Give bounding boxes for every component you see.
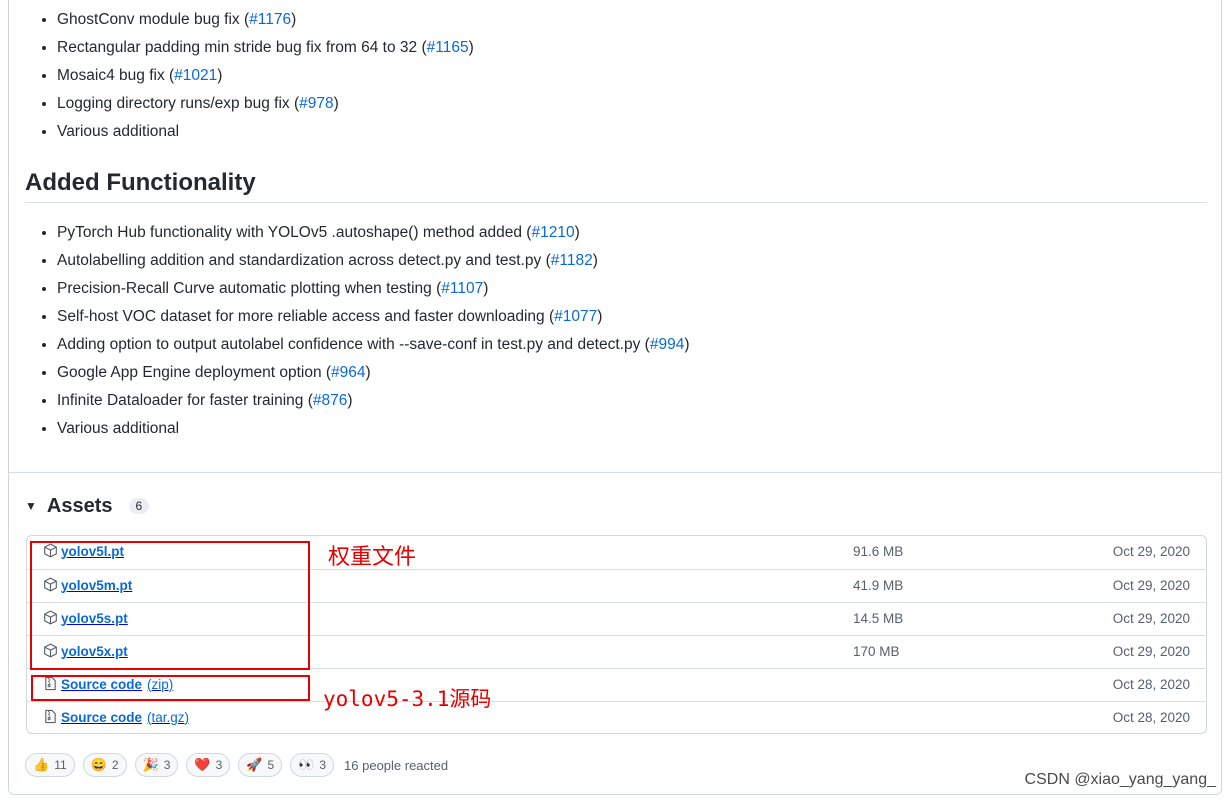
asset-format: (tar.gz) xyxy=(147,709,190,725)
added-functionality-list: PyTorch Hub functionality with YOLOv5 .a… xyxy=(40,218,689,442)
list-item-text: Adding option to output autolabel confid… xyxy=(57,336,645,353)
pr-link[interactable]: #1165 xyxy=(427,39,469,56)
asset-size: 170 MB xyxy=(853,644,900,659)
reaction-count: 2 xyxy=(111,758,119,772)
caret-down-icon: ▼ xyxy=(25,499,37,513)
asset-size: 41.9 MB xyxy=(853,578,904,593)
list-item: Logging directory runs/exp bug fix (#978… xyxy=(57,89,474,117)
asset-date: Oct 29, 2020 xyxy=(1112,544,1190,559)
section-heading-added-functionality: Added Functionality xyxy=(25,166,1207,203)
list-item-text: Various additional xyxy=(57,420,180,437)
pr-link[interactable]: #1107 xyxy=(441,280,483,297)
asset-size: 14.5 MB xyxy=(853,611,904,626)
reaction-count: 11 xyxy=(54,758,67,772)
pr-link[interactable]: #978 xyxy=(299,95,333,112)
list-item: Google App Engine deployment option (#96… xyxy=(57,358,689,386)
thumbs-up-icon: 👍 xyxy=(33,757,50,772)
list-item-text: Rectangular padding min stride bug fix f… xyxy=(57,39,422,56)
assets-title: Assets xyxy=(46,494,113,517)
list-item-text: Autolabelling addition and standardizati… xyxy=(57,252,546,269)
heart-icon: ❤️ xyxy=(194,757,211,772)
list-item-text: Google App Engine deployment option xyxy=(57,364,326,381)
asset-download-link[interactable]: Source code (tar.gz) xyxy=(43,709,189,725)
reaction-button[interactable]: 🚀 5 xyxy=(238,753,283,777)
list-item-text: Logging directory runs/exp bug fix xyxy=(57,95,294,112)
list-item-text: Various additional xyxy=(57,123,180,140)
asset-name: Source code xyxy=(61,709,143,725)
list-item: Infinite Dataloader for faster training … xyxy=(57,386,689,414)
assets-count-badge: 6 xyxy=(128,498,150,514)
list-item-text: PyTorch Hub functionality with YOLOv5 .a… xyxy=(57,224,527,241)
pr-link[interactable]: #1021 xyxy=(174,67,217,84)
pr-link[interactable]: #1176 xyxy=(249,11,291,28)
asset-row: Source code (tar.gz) Oct 28, 2020 xyxy=(27,701,1206,733)
annotation-label-source: yolov5-3.1源码 xyxy=(323,687,492,711)
reaction-button[interactable]: 😄 2 xyxy=(82,753,127,777)
reaction-count: 3 xyxy=(319,758,327,772)
list-item: Rectangular padding min stride bug fix f… xyxy=(57,33,474,61)
annotation-box-source xyxy=(31,675,310,701)
reaction-button[interactable]: 👀 3 xyxy=(290,753,335,777)
pr-link[interactable]: #1077 xyxy=(554,308,597,325)
pr-link[interactable]: #876 xyxy=(313,392,347,409)
list-item-text: Mosaic4 bug fix xyxy=(57,67,169,84)
asset-size: 91.6 MB xyxy=(853,544,904,559)
reaction-count: 3 xyxy=(215,758,223,772)
annotation-box-weights xyxy=(30,541,310,670)
reaction-button[interactable]: 🎉 3 xyxy=(134,753,179,777)
reaction-count: 3 xyxy=(163,758,171,772)
list-item-text: Self-host VOC dataset for more reliable … xyxy=(57,308,549,325)
list-item-text: Precision-Recall Curve automatic plottin… xyxy=(57,280,437,297)
watermark: CSDN @xiao_yang_yang_ xyxy=(1024,771,1216,788)
list-item: Self-host VOC dataset for more reliable … xyxy=(57,302,689,330)
list-item: GhostConv module bug fix (#1176) xyxy=(57,5,474,33)
asset-date: Oct 28, 2020 xyxy=(1112,677,1190,692)
annotation-label-weights: 权重文件 xyxy=(328,544,417,569)
rocket-icon: 🚀 xyxy=(246,757,263,772)
list-item-text: GhostConv module bug fix xyxy=(57,11,244,28)
reactions-bar: 👍 11 😄 2 🎉 3 ❤️ 3 🚀 5 👀 3 16 people reacted xyxy=(25,753,448,777)
list-item: Mosaic4 bug fix (#1021) xyxy=(57,61,474,89)
eyes-icon: 👀 xyxy=(298,757,315,772)
reaction-button[interactable]: ❤️ 3 xyxy=(186,753,231,777)
laugh-icon: 😄 xyxy=(90,757,107,772)
reactions-summary: 16 people reacted xyxy=(344,757,449,773)
section-divider xyxy=(9,472,1221,473)
pr-link[interactable]: #1210 xyxy=(531,224,574,241)
pr-link[interactable]: #1182 xyxy=(551,252,593,269)
asset-date: Oct 29, 2020 xyxy=(1112,578,1190,593)
list-item: Various additional xyxy=(57,414,689,442)
hooray-icon: 🎉 xyxy=(142,757,159,772)
file-zip-icon xyxy=(43,709,59,725)
list-item: PyTorch Hub functionality with YOLOv5 .a… xyxy=(57,218,689,246)
list-item: Various additional xyxy=(57,117,474,145)
assets-toggle[interactable]: ▼ Assets 6 xyxy=(25,493,150,519)
pr-link[interactable]: #994 xyxy=(650,336,684,353)
reaction-button[interactable]: 👍 11 xyxy=(25,753,75,777)
reaction-count: 5 xyxy=(267,758,275,772)
asset-date: Oct 28, 2020 xyxy=(1112,710,1190,725)
list-item: Adding option to output autolabel confid… xyxy=(57,330,689,358)
list-item: Precision-Recall Curve automatic plottin… xyxy=(57,274,689,302)
asset-date: Oct 29, 2020 xyxy=(1112,611,1190,626)
bug-fixes-list: GhostConv module bug fix (#1176) Rectangu… xyxy=(40,5,474,145)
list-item: Autolabelling addition and standardizati… xyxy=(57,246,689,274)
list-item-text: Infinite Dataloader for faster training xyxy=(57,392,308,409)
asset-date: Oct 29, 2020 xyxy=(1112,644,1190,659)
pr-link[interactable]: #964 xyxy=(331,364,365,381)
